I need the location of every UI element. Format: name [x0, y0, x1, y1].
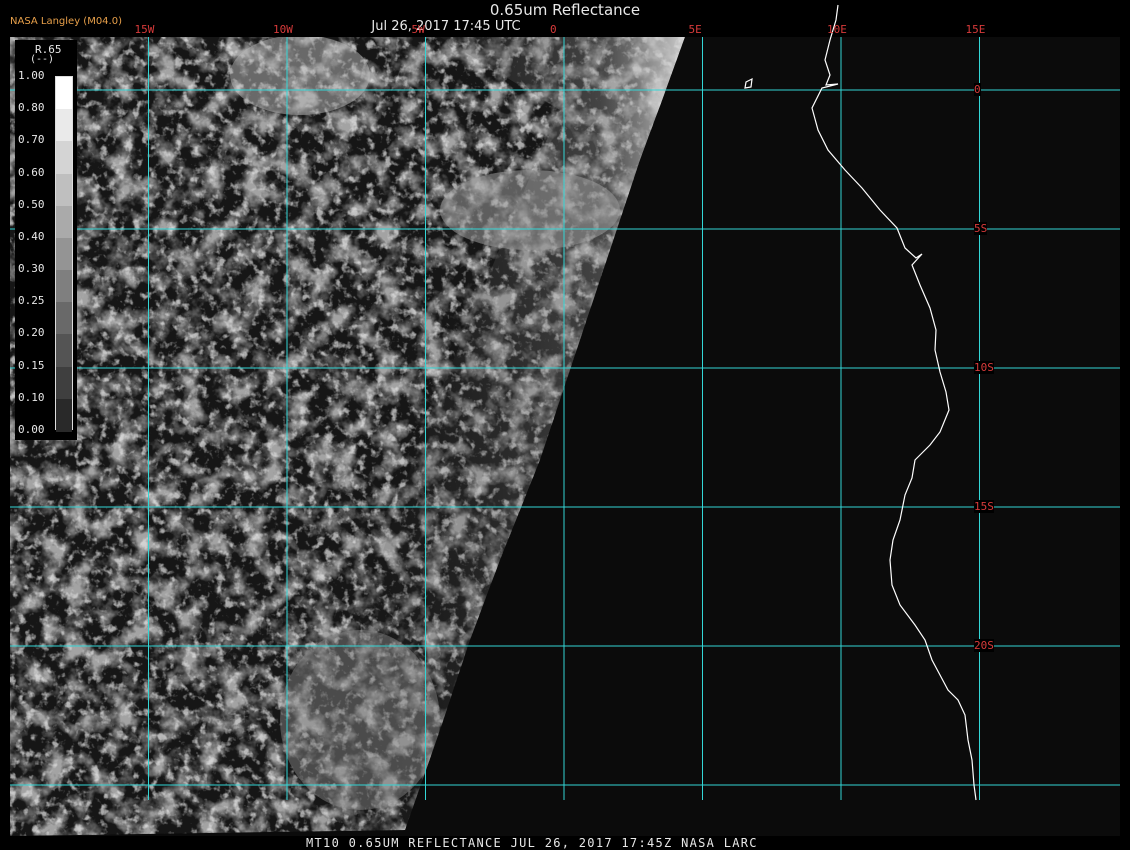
latitude-label: 15S: [974, 500, 994, 513]
legend-tick-label: 0.40: [18, 229, 45, 243]
legend-tick-label: 0.10: [18, 390, 45, 404]
legend-tick-label: 0.25: [18, 294, 45, 308]
legend-tick-label: 0.50: [18, 197, 45, 211]
legend-swatch: [56, 205, 72, 239]
legend-swatch: [56, 366, 72, 400]
longitude-label: 10W: [273, 23, 293, 36]
image-title: 0.65um Reflectance: [489, 1, 641, 19]
legend-tick-label: 1.00: [18, 69, 45, 82]
color-legend: R.65 (--) 1.00 0.80 0.70 0.60 0.50 0.40 0.30 0.…: [15, 40, 77, 440]
legend-swatch: [56, 398, 72, 432]
legend-tick-label: 0.80: [18, 101, 45, 115]
legend-colorbar: [55, 76, 73, 432]
legend-swatch: [56, 109, 72, 143]
legend-swatch: [56, 270, 72, 304]
legend-tick-label: 0.20: [18, 326, 45, 340]
footer-caption: MT10 0.65UM REFLECTANCE JUL 26, 2017 17:…: [306, 836, 758, 850]
legend-swatch: [56, 237, 72, 272]
legend-tick-label: 0.60: [18, 165, 45, 179]
longitude-label: 15E: [965, 23, 986, 36]
legend-swatch: [56, 141, 72, 175]
longitude-label: 5E: [688, 23, 702, 36]
latitude-label: 0: [974, 83, 981, 96]
legend-unit: (--): [30, 54, 55, 65]
legend-tick-label: 0.70: [18, 133, 45, 147]
legend-swatch: [56, 302, 72, 336]
satellite-map: [10, 4, 1120, 836]
legend-tick-label: 0.00: [18, 423, 45, 436]
legend-swatch: [56, 334, 72, 368]
latitude-label: 10S: [974, 361, 994, 374]
legend-swatch: [56, 77, 72, 111]
legend-tick-label: 0.15: [18, 358, 45, 372]
legend-swatch: [56, 173, 72, 207]
latitude-label: 20S: [974, 639, 994, 652]
latitude-label: 5S: [974, 222, 988, 235]
longitude-label: 10E: [827, 23, 847, 36]
longitude-label: 5W: [411, 23, 425, 36]
legend-tick-label: 0.30: [18, 262, 45, 276]
longitude-label: 0: [550, 23, 557, 36]
producer-label: NASA Langley (M04.0): [10, 16, 122, 27]
longitude-label: 15W: [134, 23, 155, 36]
